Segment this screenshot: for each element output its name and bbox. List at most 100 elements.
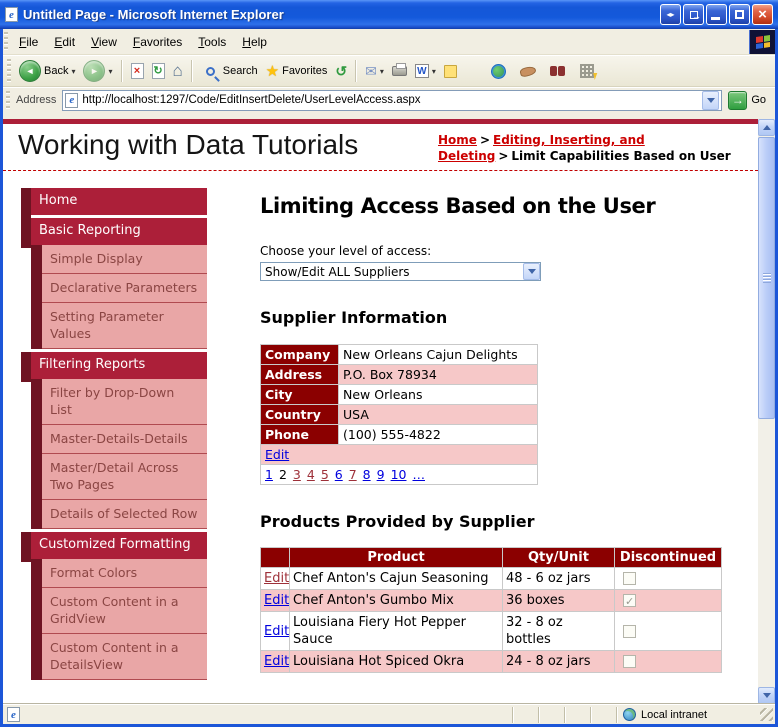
menu-favorites[interactable]: Favorites [125, 30, 190, 54]
scrollbar-thumb[interactable] [758, 137, 775, 419]
sidebar-item-home[interactable]: Home [21, 188, 207, 218]
breadcrumb-separator: > [479, 133, 490, 147]
addon-find-button[interactable] [547, 64, 569, 78]
nav-tab-marker [21, 532, 31, 562]
sidebar-item-master-details-details[interactable]: Master-Details-Details [31, 425, 207, 454]
table-header-row: Product Qty/Unit Discontinued [260, 547, 722, 568]
sidebar-item-customized-formatting[interactable]: Customized Formatting [21, 532, 207, 562]
search-button[interactable]: Search [198, 60, 261, 82]
pager-page-1[interactable]: 1 [265, 467, 273, 482]
pager-page-5[interactable]: 5 [321, 467, 329, 482]
sidebar-item-simple-display[interactable]: Simple Display [31, 245, 207, 274]
back-dropdown-icon[interactable]: ▾ [71, 67, 75, 76]
popout-button[interactable]: → [683, 4, 704, 25]
refresh-button[interactable]: ↻ [149, 61, 168, 81]
table-row: Company New Orleans Cajun Delights [260, 344, 538, 365]
table-row: Edit Louisiana Hot Spiced Okra 24 - 8 oz… [260, 650, 722, 673]
menu-file[interactable]: File [11, 30, 46, 54]
sidebar-item-filter-by-dropdown-list[interactable]: Filter by Drop-Down List [31, 379, 207, 425]
sidebar-item-details-of-selected-row[interactable]: Details of Selected Row [31, 500, 207, 529]
pager-page-8[interactable]: 8 [363, 467, 371, 482]
menu-edit[interactable]: Edit [46, 30, 83, 54]
supplier-edit-link[interactable]: Edit [265, 447, 289, 462]
product-name: Louisiana Hot Spiced Okra [289, 650, 503, 673]
pager-more[interactable]: … [412, 467, 425, 482]
sidebar-item-master-detail-two-pages[interactable]: Master/Detail Across Two Pages [31, 454, 207, 500]
addon-pointer-button[interactable] [517, 64, 539, 78]
menu-tools[interactable]: Tools [190, 30, 234, 54]
field-label: Company [260, 344, 339, 365]
forward-button[interactable]: ► ▾ [80, 58, 115, 84]
menu-help[interactable]: Help [234, 30, 275, 54]
print-button[interactable] [389, 63, 410, 78]
sidebar-item-custom-content-gridview[interactable]: Custom Content in a GridView [31, 588, 207, 634]
close-button[interactable]: × [752, 4, 773, 25]
menu-view[interactable]: View [83, 30, 125, 54]
toolbar-grip[interactable] [6, 91, 10, 109]
sidebar-item-basic-reporting[interactable]: Basic Reporting [21, 218, 207, 248]
sidebar-item-label: Details of Selected Row [42, 500, 207, 529]
discontinued-checkbox[interactable]: ✓ [623, 655, 636, 668]
back-button[interactable]: ◄ Back ▾ [16, 58, 78, 84]
sidebar-item-setting-parameter-values[interactable]: Setting Parameter Values [31, 303, 207, 349]
go-button[interactable]: → Go [722, 90, 773, 110]
maximize-button[interactable] [729, 4, 750, 25]
nav-tab-marker [31, 588, 42, 634]
pager-page-3[interactable]: 3 [293, 467, 301, 482]
access-level-label: Choose your level of access: [260, 244, 432, 258]
research-button[interactable] [488, 62, 509, 81]
scroll-down-button[interactable] [758, 687, 775, 704]
pager-page-2[interactable]: 2 [279, 467, 287, 482]
pager-page-4[interactable]: 4 [307, 467, 315, 482]
word-dropdown-icon[interactable]: ▾ [432, 67, 436, 76]
scrollbar-grip-icon [763, 273, 771, 283]
pager-page-9[interactable]: 9 [377, 467, 385, 482]
edit-link[interactable]: Edit [264, 654, 289, 669]
status-main-panel: e [5, 707, 512, 723]
sidebar-item-declarative-parameters[interactable]: Declarative Parameters [31, 274, 207, 303]
edit-link[interactable]: Edit [264, 624, 289, 639]
close-icon: × [758, 6, 767, 23]
vertical-scrollbar[interactable] [758, 119, 775, 704]
forward-dropdown-icon[interactable]: ▾ [108, 67, 112, 76]
scroll-up-button[interactable] [758, 119, 775, 136]
pager-page-10[interactable]: 10 [391, 467, 407, 482]
pager-page-7[interactable]: 7 [349, 467, 357, 482]
size-toggle-button[interactable]: ◂ ▸ [660, 4, 681, 25]
edit-link[interactable]: Edit [264, 593, 289, 608]
sidebar-item-format-colors[interactable]: Format Colors [31, 559, 207, 588]
discontinued-checkbox[interactable]: ✓ [623, 624, 636, 638]
resize-grip[interactable] [760, 708, 773, 721]
sidebar-item-custom-content-detailsview[interactable]: Custom Content in a DetailsView [31, 634, 207, 680]
discontinued-checkbox[interactable]: ✓ [623, 572, 636, 585]
favorites-button[interactable]: ★ Favorites [263, 60, 331, 82]
select-dropdown-button[interactable] [523, 263, 540, 280]
access-level-select[interactable]: Show/Edit ALL Suppliers [260, 262, 541, 281]
refresh-glyph: ↻ [153, 64, 163, 77]
mail-dropdown-icon[interactable]: ▾ [380, 67, 384, 76]
pager-page-6[interactable]: 6 [335, 467, 343, 482]
history-button[interactable]: ↺ [332, 61, 350, 82]
address-url[interactable]: http://localhost:1297/Code/EditInsertDel… [82, 94, 698, 106]
minimize-button[interactable] [706, 4, 727, 25]
main-content: Limiting Access Based on the User Choose… [260, 188, 724, 673]
toolbar-grip[interactable] [7, 59, 11, 83]
stop-button[interactable]: × [128, 61, 147, 81]
address-dropdown-button[interactable] [702, 90, 720, 110]
discuss-button[interactable] [441, 63, 460, 80]
column-header-discontinued: Discontinued [614, 547, 722, 568]
messenger-button[interactable] [577, 62, 597, 80]
home-button[interactable]: ⌂ [170, 59, 186, 83]
globe-search-icon [490, 63, 506, 79]
edit-with-word-button[interactable]: W ▾ [412, 62, 439, 80]
breadcrumb-link-home[interactable]: Home [438, 133, 477, 147]
sidebar-item-label: Custom Content in a DetailsView [42, 634, 207, 680]
sidebar-item-filtering-reports[interactable]: Filtering Reports [21, 352, 207, 382]
mail-button[interactable]: ✉ ▾ [362, 61, 387, 82]
toolbar-grip[interactable] [4, 32, 8, 51]
discontinued-checkbox[interactable]: ✓ [623, 594, 636, 608]
field-label: Country [260, 404, 339, 425]
edit-link[interactable]: Edit [264, 571, 289, 586]
status-panel [590, 706, 616, 723]
address-input[interactable]: e http://localhost:1297/Code/EditInsertD… [62, 89, 723, 111]
